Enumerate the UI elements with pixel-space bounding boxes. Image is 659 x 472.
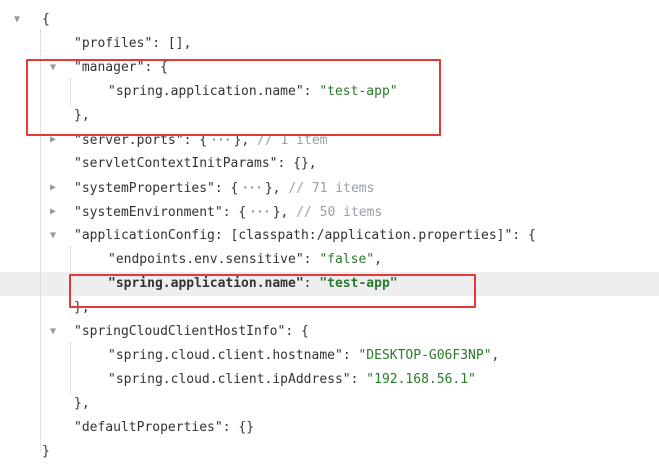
collapse-toggle-icon[interactable]: ▼ bbox=[46, 320, 60, 344]
json-punctuation: : { bbox=[222, 205, 247, 220]
json-punctuation: : {} bbox=[222, 420, 255, 435]
json-key: "systemProperties" bbox=[74, 181, 215, 196]
json-punctuation: , bbox=[491, 348, 500, 363]
ellipsis-expand-button[interactable]: ··· bbox=[246, 200, 272, 226]
json-key: "defaultProperties" bbox=[74, 420, 223, 435]
json-punctuation: : { bbox=[285, 324, 309, 339]
json-line: "springCloudClientHostInfo": { bbox=[74, 320, 309, 344]
item-count-comment: // 50 items bbox=[296, 205, 383, 220]
json-punctuation: } bbox=[42, 444, 50, 459]
json-line: }, bbox=[74, 392, 90, 416]
collapse-toggle-icon[interactable]: ▼ bbox=[10, 8, 24, 32]
json-key: "spring.cloud.client.ipAddress" bbox=[108, 372, 351, 387]
json-string-value: "192.168.56.1" bbox=[366, 372, 476, 387]
json-line: "applicationConfig: [classpath:/applicat… bbox=[74, 224, 536, 248]
json-line: "defaultProperties": {} bbox=[74, 416, 254, 440]
json-line: "servletContextInitParams": {}, bbox=[74, 152, 317, 176]
json-line: "systemEnvironment": {···}, // 50 items bbox=[74, 200, 382, 226]
json-punctuation: : [], bbox=[152, 36, 192, 51]
json-punctuation: : bbox=[342, 348, 359, 363]
json-line: "profiles": [], bbox=[74, 32, 191, 56]
json-line: "spring.cloud.client.ipAddress": "192.16… bbox=[108, 368, 476, 392]
ellipsis-expand-button[interactable]: ··· bbox=[238, 176, 264, 202]
expand-toggle-icon[interactable]: ▶ bbox=[46, 176, 60, 200]
json-punctuation: }, bbox=[264, 181, 289, 196]
json-punctuation: : { bbox=[512, 228, 536, 243]
json-key: "profiles" bbox=[74, 36, 153, 51]
json-row: "defaultProperties": {} bbox=[0, 416, 659, 440]
json-row: "servletContextInitParams": {}, bbox=[0, 152, 659, 176]
expand-toggle-icon[interactable]: ▶ bbox=[46, 200, 60, 224]
json-punctuation: : {}, bbox=[277, 156, 317, 171]
json-row: "endpoints.env.sensitive": "false", bbox=[0, 248, 659, 272]
json-row: ▼ "springCloudClientHostInfo": { bbox=[0, 320, 659, 344]
json-key: "servletContextInitParams" bbox=[74, 156, 278, 171]
json-row: "spring.cloud.client.ipAddress": "192.16… bbox=[0, 368, 659, 392]
json-punctuation: }, bbox=[272, 205, 297, 220]
json-punctuation: : bbox=[350, 372, 367, 387]
annotation-box bbox=[69, 274, 476, 308]
json-key: "springCloudClientHostInfo" bbox=[74, 324, 286, 339]
json-line: "spring.cloud.client.hostname": "DESKTOP… bbox=[108, 344, 499, 368]
indent-guide bbox=[70, 342, 71, 394]
json-string-value: "false" bbox=[319, 252, 375, 267]
json-punctuation: : { bbox=[214, 181, 239, 196]
json-key: "spring.cloud.client.hostname" bbox=[108, 348, 343, 363]
json-key: "endpoints.env.sensitive" bbox=[108, 252, 304, 267]
json-row: }, bbox=[0, 392, 659, 416]
json-line: "systemProperties": {···}, // 71 items bbox=[74, 176, 374, 202]
json-key: "systemEnvironment" bbox=[74, 205, 223, 220]
json-punctuation: }, bbox=[74, 396, 90, 411]
json-row: "profiles": [], bbox=[0, 32, 659, 56]
json-row: } bbox=[0, 440, 659, 464]
json-string-value: "DESKTOP-G06F3NP" bbox=[358, 348, 492, 363]
annotation-box bbox=[26, 59, 441, 136]
json-line: { bbox=[42, 8, 50, 32]
json-punctuation: , bbox=[374, 252, 382, 267]
json-line: "endpoints.env.sensitive": "false", bbox=[108, 248, 382, 272]
json-row: ▶ "systemEnvironment": {···}, // 50 items bbox=[0, 200, 659, 224]
item-count-comment: // 71 items bbox=[288, 181, 375, 196]
json-punctuation: : bbox=[303, 252, 320, 267]
json-row: ▶ "systemProperties": {···}, // 71 items bbox=[0, 176, 659, 200]
json-key: "applicationConfig: [classpath:/applicat… bbox=[74, 228, 513, 243]
json-punctuation: { bbox=[42, 12, 50, 27]
collapse-toggle-icon[interactable]: ▼ bbox=[46, 224, 60, 248]
json-row: "spring.cloud.client.hostname": "DESKTOP… bbox=[0, 344, 659, 368]
json-row: ▼ "applicationConfig: [classpath:/applica… bbox=[0, 224, 659, 248]
json-row: ▼{ bbox=[0, 8, 659, 32]
json-line: } bbox=[42, 440, 50, 464]
